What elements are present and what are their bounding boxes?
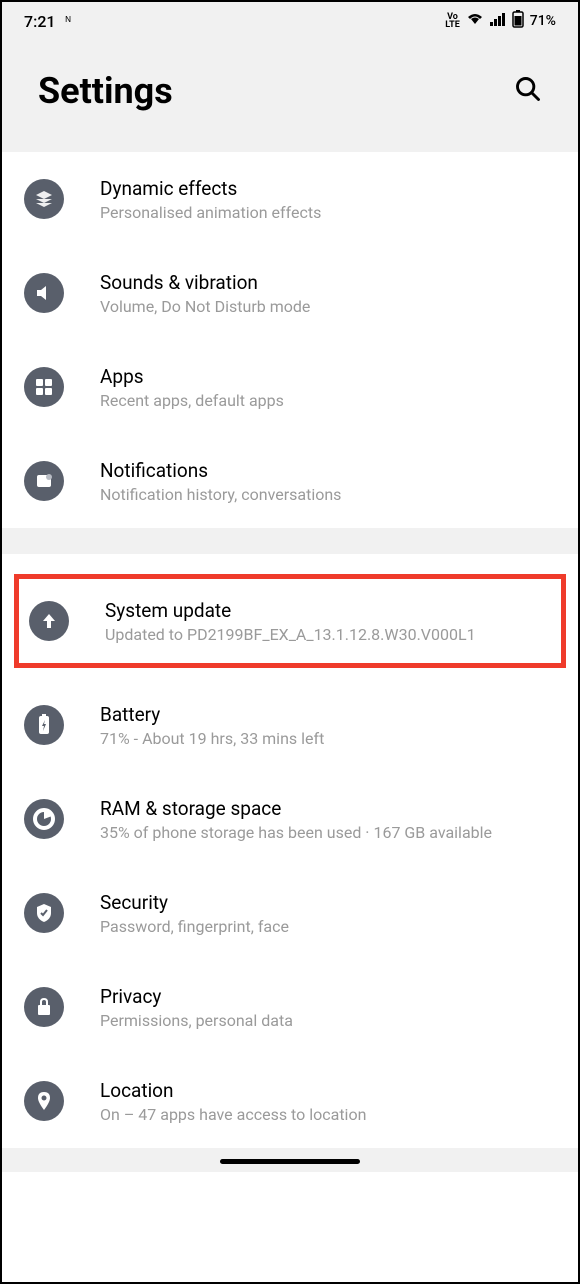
item-title: Apps — [100, 365, 556, 388]
speaker-icon — [24, 273, 64, 313]
item-ram-storage[interactable]: RAM & storage space 35% of phone storage… — [2, 772, 578, 866]
item-privacy[interactable]: Privacy Permissions, personal data — [2, 960, 578, 1054]
lock-icon — [24, 987, 64, 1027]
item-security[interactable]: Security Password, fingerprint, face — [2, 866, 578, 960]
item-subtitle: Personalised animation effects — [100, 203, 556, 222]
item-battery[interactable]: Battery 71% - About 19 hrs, 33 mins left — [2, 678, 578, 772]
bottom-nav-area — [2, 1148, 578, 1172]
item-title: Security — [100, 891, 556, 914]
battery-icon — [512, 10, 524, 32]
update-icon — [29, 601, 69, 641]
item-title: Location — [100, 1079, 556, 1102]
item-apps[interactable]: Apps Recent apps, default apps — [2, 340, 578, 434]
alarm-icon: ᴺ — [66, 14, 71, 28]
item-subtitle: Password, fingerprint, face — [100, 917, 556, 936]
volte-icon: VoLTE — [445, 13, 460, 29]
item-subtitle: Notification history, conversations — [100, 485, 556, 504]
item-title: RAM & storage space — [100, 797, 556, 820]
item-system-update[interactable]: System update Updated to PD2199BF_EX_A_1… — [14, 574, 566, 668]
nav-handle[interactable] — [220, 1159, 360, 1164]
item-title: Notifications — [100, 459, 556, 482]
item-sounds-vibration[interactable]: Sounds & vibration Volume, Do Not Distur… — [2, 246, 578, 340]
item-subtitle: 35% of phone storage has been used · 167… — [100, 823, 556, 842]
item-subtitle: Volume, Do Not Disturb mode — [100, 297, 556, 316]
notifications-icon — [24, 461, 64, 501]
item-title: Battery — [100, 703, 556, 726]
item-title: Dynamic effects — [100, 177, 556, 200]
header: Settings — [2, 40, 578, 152]
page-title: Settings — [38, 70, 173, 112]
settings-list: Dynamic effects Personalised animation e… — [2, 152, 578, 1148]
shield-icon — [24, 893, 64, 933]
item-title: System update — [105, 599, 551, 622]
item-title: Privacy — [100, 985, 556, 1008]
item-dynamic-effects[interactable]: Dynamic effects Personalised animation e… — [2, 152, 578, 246]
item-subtitle: Updated to PD2199BF_EX_A_13.1.12.8.W30.V… — [105, 625, 551, 644]
battery-percentage: 71% — [530, 13, 556, 29]
status-bar: 7:21 ᴺ VoLTE 71% — [2, 2, 578, 40]
status-time: 7:21 — [24, 12, 56, 31]
signal-icon — [490, 12, 506, 30]
wifi-icon — [466, 12, 484, 30]
battery-charging-icon — [24, 705, 64, 745]
item-location[interactable]: Location On – 47 apps have access to loc… — [2, 1054, 578, 1148]
apps-grid-icon — [24, 367, 64, 407]
search-icon[interactable] — [514, 75, 542, 107]
item-title: Sounds & vibration — [100, 271, 556, 294]
layers-icon — [24, 179, 64, 219]
section-divider — [2, 528, 578, 554]
storage-pie-icon — [24, 799, 64, 839]
item-subtitle: On – 47 apps have access to location — [100, 1105, 556, 1124]
item-subtitle: Recent apps, default apps — [100, 391, 556, 410]
item-subtitle: Permissions, personal data — [100, 1011, 556, 1030]
item-subtitle: 71% - About 19 hrs, 33 mins left — [100, 729, 556, 748]
item-notifications[interactable]: Notifications Notification history, conv… — [2, 434, 578, 528]
location-pin-icon — [24, 1081, 64, 1121]
